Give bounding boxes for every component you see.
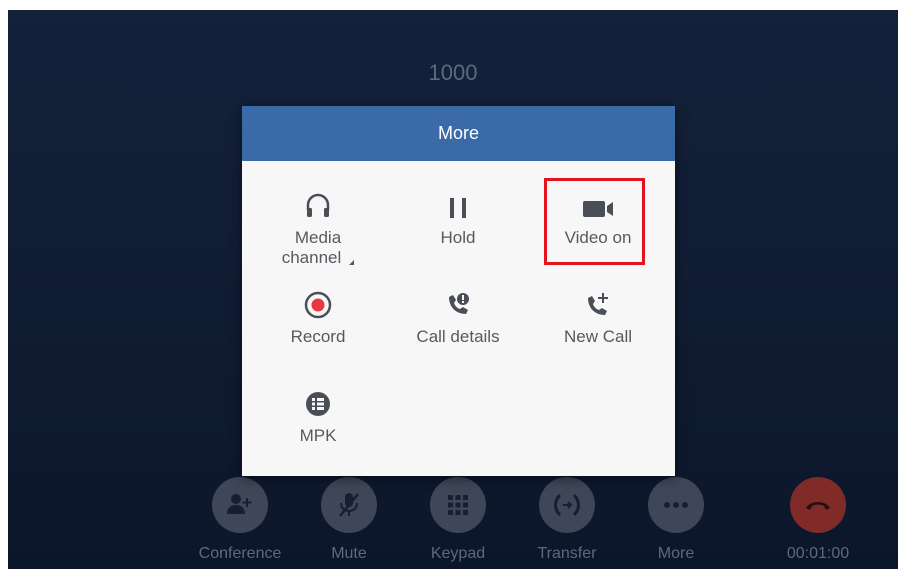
record-item[interactable]: Record <box>248 289 388 347</box>
more-popup: More Media channel Hold Video on Record … <box>242 106 675 476</box>
mpk-icon <box>248 388 388 418</box>
media-channel-item[interactable]: Media channel <box>248 190 388 268</box>
new-call-icon <box>528 289 668 319</box>
call-screen: 1000 Conference Mute Keypad Transfer Mor… <box>8 10 898 569</box>
record-icon <box>248 289 388 319</box>
hold-item[interactable]: Hold <box>388 190 528 248</box>
call-details-label: Call details <box>416 327 500 346</box>
record-label: Record <box>290 327 346 346</box>
new-call-item[interactable]: New Call <box>528 289 668 347</box>
new-call-label: New Call <box>563 327 633 346</box>
hold-label: Hold <box>440 228 476 247</box>
corner-triangle-icon <box>349 260 355 265</box>
call-details-icon <box>388 289 528 319</box>
popup-title: More <box>242 106 675 161</box>
mpk-item[interactable]: MPK <box>248 388 388 446</box>
mpk-label: MPK <box>299 426 337 445</box>
left-border <box>0 0 8 569</box>
pause-icon <box>388 190 528 220</box>
video-on-highlight-box <box>544 178 645 265</box>
headset-icon <box>248 190 388 220</box>
call-details-item[interactable]: Call details <box>388 289 528 347</box>
media-channel-label: Media channel <box>248 228 388 268</box>
